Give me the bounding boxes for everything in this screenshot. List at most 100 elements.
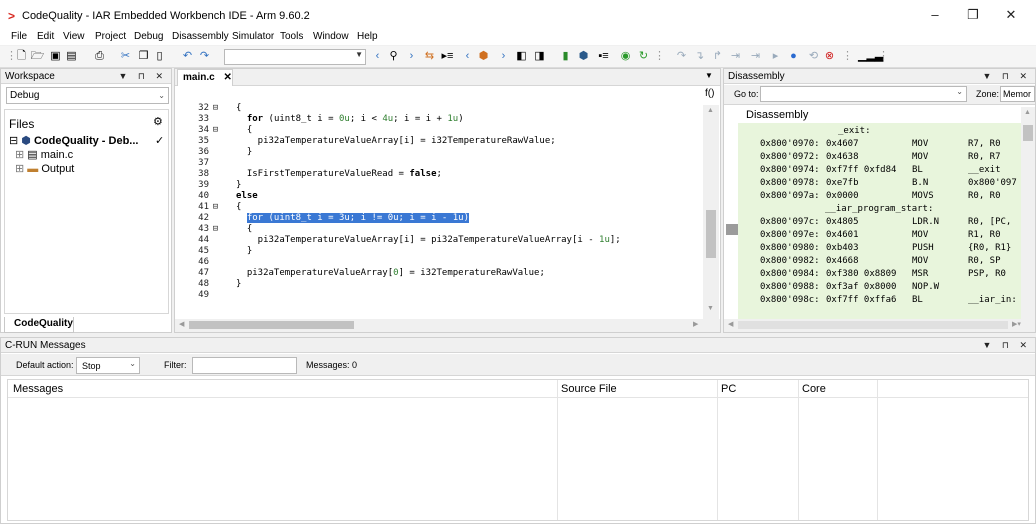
panel-controls[interactable]: ▼ ⊓ ✕ [983,338,1031,353]
scroll-thumb[interactable] [189,321,354,329]
navigate-forward-icon[interactable]: ◨ [532,49,547,64]
code-line[interactable]: 32 ⊟ { [175,103,703,114]
goto-input[interactable]: ⌄ [760,86,967,102]
save-all-icon[interactable]: ▤ [64,49,79,64]
stop-build-icon[interactable]: ▪≡ [596,49,611,64]
find-next-icon[interactable]: › [404,49,419,64]
scroll-left-icon[interactable]: ◀ [728,320,733,328]
previous-bookmark-icon[interactable]: ‹ [460,49,475,64]
code-line[interactable]: 46 [175,257,703,268]
code-line[interactable]: 47 pi32aTemperatureValueArray[0] = i32Te… [175,268,703,279]
open-file-icon[interactable]: 🗁 [30,49,45,64]
next-statement-icon[interactable]: ⇥ [728,49,743,64]
scroll-up-icon[interactable]: ▲ [1024,109,1031,116]
tree-item-project[interactable]: ⊟ ⬢ CodeQuality - Deb... [9,134,138,147]
break-icon[interactable]: ● [786,49,801,64]
editor-horizontal-scrollbar[interactable]: ◀ ▶ [175,319,720,332]
menu-window[interactable]: Window [313,31,349,42]
paste-icon[interactable]: ▯ [152,49,167,64]
fold-toggle-icon[interactable]: ⊟ [211,224,220,235]
code-line[interactable]: 45 } [175,246,703,257]
code-line[interactable]: 48} [175,279,703,290]
tree-item-output[interactable]: ⊞ ▬ Output [15,162,74,175]
scroll-thumb[interactable] [1023,125,1033,141]
menu-edit[interactable]: Edit [37,31,54,42]
scroll-right-icon[interactable]: ▶▾ [1012,320,1021,328]
menu-help[interactable]: Help [357,31,378,42]
copy-icon[interactable]: ❐ [136,49,151,64]
scroll-down-icon[interactable]: ▼ [707,305,714,312]
workspace-tab-codequality[interactable]: CodeQuality [4,317,74,333]
reset-icon[interactable]: ⟲ [806,49,821,64]
stop-debug-icon[interactable]: ⊗ [822,49,837,64]
step-into-icon[interactable]: ↴ [692,49,707,64]
search-icon[interactable]: ⚲ [386,49,401,64]
undo-icon[interactable]: ↶ [180,49,195,64]
menu-project[interactable]: Project [95,31,126,42]
scroll-thumb[interactable] [738,321,1008,329]
goto-icon[interactable]: ⇆ [422,49,437,64]
settings-gear-icon[interactable]: ⚙ [153,115,163,128]
zone-select[interactable]: Memor [1000,86,1035,102]
code-line[interactable]: 36 } [175,147,703,158]
code-area[interactable]: 32 ⊟{33 for (uint8_t i = 0u; i < 4u; i = … [175,103,703,318]
debug-without-download-icon[interactable]: ↻ [636,49,651,64]
step-out-icon[interactable]: ↱ [710,49,725,64]
configuration-select[interactable]: Debug ⌄ [6,87,169,104]
make-icon[interactable]: ⬢ [576,49,591,64]
code-line[interactable]: 38 IsFirstTemperatureValueRead = false; [175,169,703,180]
tab-list-chevron-icon[interactable]: ▼ [705,71,713,80]
scroll-right-icon[interactable]: ▶ [693,320,698,328]
toolbar-overflow-icon[interactable]: ⋮ [876,49,891,64]
collapse-icon[interactable]: ⊟ [9,135,18,147]
code-line[interactable]: 40 else [175,191,703,202]
messages-table[interactable] [7,379,1029,521]
code-line[interactable]: 49 [175,290,703,301]
cut-icon[interactable]: ✂ [118,49,133,64]
code-line[interactable]: 41 ⊟ { [175,202,703,213]
expand-icon[interactable]: ⊞ [15,149,24,161]
code-line[interactable]: 37 [175,158,703,169]
expand-icon[interactable]: ⊞ [15,163,24,175]
code-line[interactable]: 44 pi32aTemperatureValueArray[i] = pi32a… [175,235,703,246]
disassembly-listing[interactable]: _exit: 0x800'0970: 0x4607 MOV R7, R0 0x800'09… [738,123,1021,319]
toolbar-overflow-icon[interactable]: ⋮ [840,49,855,64]
code-line[interactable]: 35 pi32aTemperatureValueArray[i] = i32Te… [175,136,703,147]
scroll-up-icon[interactable]: ▲ [707,107,714,114]
column-header-source-file[interactable]: Source File [561,383,617,395]
next-bookmark-icon[interactable]: › [496,49,511,64]
menu-simulator[interactable]: Simulator [232,31,274,42]
close-tab-icon[interactable]: ✕ [223,72,231,83]
redo-icon[interactable]: ↷ [197,49,212,64]
editor-vertical-scrollbar[interactable]: ▲ ▼ [703,105,719,320]
menu-file[interactable]: File [11,31,27,42]
default-action-select[interactable]: Stop ⌄ [76,357,140,374]
code-line[interactable]: 42 for (uint8_t i = 3u; i != 0u; i = i -… [175,213,703,224]
tab-main-c[interactable]: main.c ✕ [177,69,233,86]
new-file-icon[interactable]: 🗋 [14,49,29,64]
filter-input[interactable] [192,357,297,374]
panel-controls[interactable]: ▼ ⊓ ✕ [983,69,1031,84]
toggle-bookmark-icon[interactable]: ▸≡ [440,49,455,64]
column-header-messages[interactable]: Messages [13,383,63,395]
menu-debug[interactable]: Debug [134,31,163,42]
maximize-button[interactable]: ❐ [956,4,990,26]
menu-tools[interactable]: Tools [280,31,303,42]
find-combo[interactable]: ▼ [224,49,366,65]
code-line[interactable]: 39} [175,180,703,191]
disassembly-vertical-scrollbar[interactable]: ▲ [1021,107,1035,319]
column-header-core[interactable]: Core [802,383,826,395]
panel-controls[interactable]: ▼ ⊓ ✕ [119,69,167,84]
fold-toggle-icon[interactable]: ⊟ [211,125,220,136]
menu-view[interactable]: View [63,31,85,42]
find-previous-icon[interactable]: ‹ [370,49,385,64]
minimize-button[interactable]: – [918,4,952,26]
step-over-icon[interactable]: ↷ [674,49,689,64]
toolbar-overflow-icon[interactable]: ⋮ [652,49,667,64]
fold-toggle-icon[interactable]: ⊟ [211,202,220,213]
column-header-pc[interactable]: PC [721,383,736,395]
code-line[interactable]: 33 for (uint8_t i = 0u; i < 4u; i = i + … [175,114,703,125]
menu-disassembly[interactable]: Disassembly [172,31,229,42]
navigate-backward-icon[interactable]: ◧ [514,49,529,64]
fold-toggle-icon[interactable]: ⊟ [211,103,220,114]
